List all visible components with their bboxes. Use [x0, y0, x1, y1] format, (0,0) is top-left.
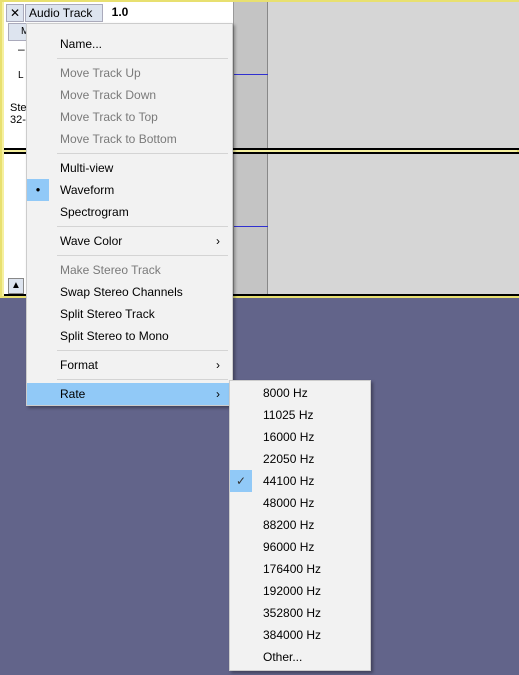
menu-item-make-stereo-track[interactable]: Make Stereo Track [27, 259, 232, 281]
menu-item-label: Move Track to Top [60, 110, 158, 124]
collapse-button[interactable]: ▲ [8, 278, 24, 294]
menu-item-label: Rate [60, 387, 86, 401]
rate-option[interactable]: 96000 Hz [230, 536, 370, 558]
rate-option[interactable]: 192000 Hz [230, 580, 370, 602]
rate-option[interactable]: 352800 Hz [230, 602, 370, 624]
rate-option[interactable]: 11025 Hz [230, 404, 370, 426]
collapse-up-icon: ▲ [11, 280, 21, 291]
track-info-2: 32- [10, 114, 26, 126]
rate-option[interactable]: ✓ 44100 Hz [230, 470, 370, 492]
rate-submenu: 8000 Hz 11025 Hz 16000 Hz 22050 Hz ✓ 44100 Hz… [229, 380, 371, 671]
rate-option[interactable]: 88200 Hz [230, 514, 370, 536]
waveform-line-2 [234, 226, 268, 227]
menu-item-waveform[interactable]: ● Waveform [27, 179, 232, 201]
menu-item-wave-color[interactable]: Wave Color › [27, 230, 232, 252]
rate-option[interactable]: 16000 Hz [230, 426, 370, 448]
chevron-right-icon: › [216, 387, 220, 401]
menu-item-rate[interactable]: Rate › [27, 383, 232, 405]
rate-option[interactable]: 176400 Hz [230, 558, 370, 580]
rate-option-label: 88200 Hz [263, 518, 315, 532]
rate-option-label: 48000 Hz [263, 496, 315, 510]
menu-item-multi-view[interactable]: Multi-view [27, 157, 232, 179]
track-menu-button[interactable]: Audio Track ▼ [25, 4, 103, 36]
gain-value: 1.0 [104, 4, 136, 22]
rate-option[interactable]: Other... [230, 646, 370, 668]
rate-option-label: 192000 Hz [263, 584, 322, 598]
rate-option-label: 16000 Hz [263, 430, 315, 444]
menu-separator [57, 153, 228, 154]
menu-item-label: Move Track Down [60, 88, 157, 102]
menu-item-label: Name... [60, 37, 103, 51]
menu-item-move-track-down[interactable]: Move Track Down [27, 84, 232, 106]
menu-separator [57, 226, 228, 227]
menu-item-label: Waveform [60, 183, 115, 197]
rate-option-label: 176400 Hz [263, 562, 322, 576]
menu-item-label: Multi-view [60, 161, 114, 175]
checkmark-icon: ✓ [230, 470, 252, 492]
menu-item-label: Split Stereo to Mono [60, 329, 169, 343]
menu-item-spectrogram[interactable]: Spectrogram [27, 201, 232, 223]
menu-item-label: Make Stereo Track [60, 263, 161, 277]
menu-separator [57, 58, 228, 59]
menu-item-label: Split Stereo Track [60, 307, 155, 321]
rate-option-label: 384000 Hz [263, 628, 322, 642]
menu-item-split-stereo-to-mono[interactable]: Split Stereo to Mono [27, 325, 232, 347]
rate-option[interactable]: 22050 Hz [230, 448, 370, 470]
menu-separator [57, 255, 228, 256]
menu-item-label: Swap Stereo Channels [60, 285, 183, 299]
chevron-right-icon: › [216, 358, 220, 372]
waveform-column [234, 2, 268, 148]
menu-item-label: Format [60, 358, 99, 372]
menu-item-swap-stereo-channels[interactable]: Swap Stereo Channels [27, 281, 232, 303]
menu-item-move-track-to-bottom[interactable]: Move Track to Bottom [27, 128, 232, 150]
rate-option-label: 352800 Hz [263, 606, 322, 620]
menu-separator [57, 350, 228, 351]
menu-item-name[interactable]: Name... [27, 33, 232, 55]
track-name: Audio Track [29, 6, 93, 20]
pan-slider[interactable]: L [18, 70, 24, 81]
rate-option-label: Other... [263, 650, 303, 664]
waveform-column-2 [234, 154, 268, 294]
close-track-button[interactable]: ✕ [6, 4, 24, 22]
waveform-line [234, 74, 268, 75]
rate-option-label: 11025 Hz [263, 408, 314, 422]
gain-slider[interactable]: – [18, 42, 25, 56]
menu-item-label: Move Track Up [60, 66, 141, 80]
menu-item-format[interactable]: Format › [27, 354, 232, 376]
close-icon: ✕ [10, 6, 21, 20]
rate-option-label: 22050 Hz [263, 452, 315, 466]
rate-option-label: 8000 Hz [263, 386, 308, 400]
menu-item-label: Move Track to Bottom [60, 132, 177, 146]
menu-separator [57, 379, 228, 380]
track-context-menu: Name... Move Track Up Move Track Down Move … [26, 23, 233, 406]
rate-option-label: 44100 Hz [263, 474, 315, 488]
rate-option[interactable]: 8000 Hz [230, 382, 370, 404]
menu-item-move-track-up[interactable]: Move Track Up [27, 62, 232, 84]
menu-item-label: Spectrogram [60, 205, 129, 219]
menu-item-split-stereo-track[interactable]: Split Stereo Track [27, 303, 232, 325]
menu-item-move-track-to-top[interactable]: Move Track to Top [27, 106, 232, 128]
chevron-right-icon: › [216, 234, 220, 248]
rate-option[interactable]: 48000 Hz [230, 492, 370, 514]
track-info-1: Ste [10, 102, 27, 114]
radio-bullet-icon: ● [27, 179, 49, 201]
menu-item-label: Wave Color [60, 234, 123, 248]
rate-option-label: 96000 Hz [263, 540, 315, 554]
rate-option[interactable]: 384000 Hz [230, 624, 370, 646]
